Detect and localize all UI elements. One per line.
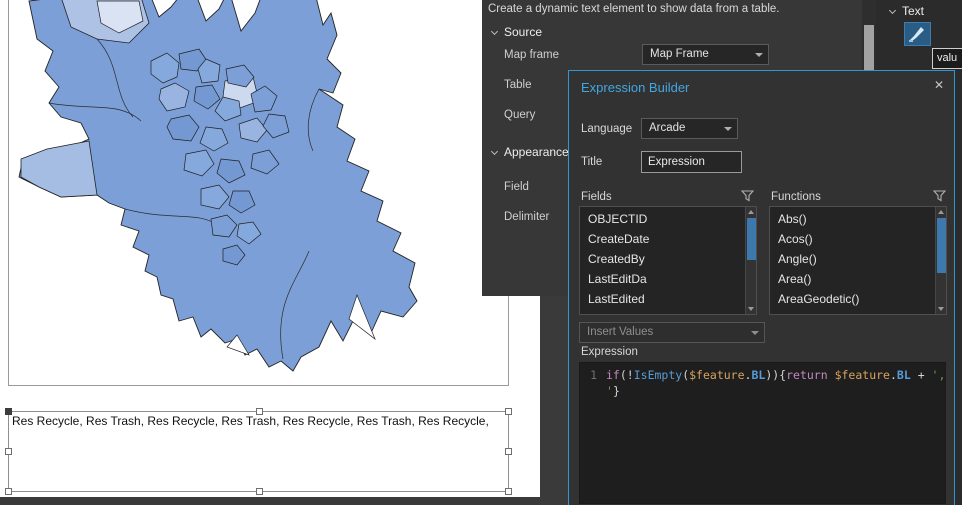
scroll-down-icon[interactable] (748, 307, 754, 311)
selection-handle[interactable] (5, 448, 12, 455)
layout-canvas[interactable]: Res Recycle, Res Trash, Res Recycle, Res… (0, 0, 540, 497)
language-combobox[interactable]: Arcade (641, 118, 738, 139)
dynamic-text-content: Res Recycle, Res Trash, Res Recycle, Res… (12, 414, 489, 428)
field-item[interactable]: LastEdited (580, 289, 744, 309)
selection-handle[interactable] (505, 448, 512, 455)
function-item[interactable]: Angle() (770, 249, 934, 269)
chevron-down-icon (751, 331, 759, 335)
dynamic-text-element[interactable]: Res Recycle, Res Trash, Res Recycle, Res… (5, 408, 512, 495)
filter-icon[interactable] (741, 190, 754, 202)
filter-icon[interactable] (933, 190, 946, 202)
table-label: Table (504, 79, 532, 91)
function-item[interactable]: Acos() (770, 229, 934, 249)
field-label: Field (504, 181, 529, 193)
code-line: '} (606, 384, 620, 398)
functions-label: Functions (771, 191, 821, 203)
scroll-down-icon[interactable] (938, 307, 944, 311)
text-section-header[interactable]: Text (888, 4, 924, 18)
map-frame-combobox[interactable]: Map Frame (642, 44, 769, 65)
chevron-down-icon (490, 27, 499, 36)
delimiter-label: Delimiter (504, 211, 550, 223)
expression-label: Expression (581, 346, 638, 358)
title-input[interactable]: Expression (641, 151, 742, 173)
dialog-title: Expression Builder (581, 80, 690, 95)
source-section-header[interactable]: Source (490, 25, 542, 39)
fields-listbox[interactable]: OBJECTID CreateDate CreatedBy LastEditDa Las… (579, 206, 757, 315)
fields-label: Fields (581, 191, 612, 203)
function-item[interactable]: Area() (770, 269, 934, 289)
scrollbar-thumb[interactable] (747, 218, 756, 260)
line-number: 1 (590, 368, 597, 382)
field-item[interactable]: CreateDate (580, 229, 744, 249)
selection-handle[interactable] (256, 488, 263, 495)
expression-builder-dialog: Expression Builder ✕ Language Arcade Tit… (568, 70, 955, 505)
popover-description: Create a dynamic text element to show da… (488, 3, 780, 15)
arcgis-pro-window: Res Recycle, Res Trash, Res Recycle, Res… (0, 0, 962, 505)
appearance-section-header[interactable]: Appearance (490, 145, 569, 159)
functions-scrollbar[interactable] (935, 207, 946, 314)
insert-values-combobox[interactable]: Insert Values (579, 322, 765, 343)
chevron-down-icon (490, 147, 499, 156)
code-line: if(!IsEmpty($feature.BL)){return $featur… (606, 368, 943, 382)
selection-handle[interactable] (5, 408, 12, 415)
fields-scrollbar[interactable] (745, 207, 756, 314)
code-area[interactable]: if(!IsEmpty($feature.BL)){return $featur… (606, 367, 943, 503)
field-item[interactable]: OBJECTID (580, 209, 744, 229)
chevron-down-icon (888, 6, 897, 15)
scrollbar-thumb[interactable] (937, 218, 946, 273)
paintbrush-icon (909, 27, 924, 42)
scroll-up-icon[interactable] (748, 210, 754, 214)
map-frame-label: Map frame (504, 49, 559, 61)
text-symbol-button[interactable] (904, 22, 931, 46)
field-item[interactable]: CreatedBy (580, 249, 744, 269)
symbol-value-input[interactable]: valu (932, 48, 962, 69)
function-item[interactable]: Abs() (770, 209, 934, 229)
selection-handle[interactable] (5, 488, 12, 495)
scroll-up-icon[interactable] (938, 210, 944, 214)
selection-handle[interactable] (505, 488, 512, 495)
chevron-down-icon (755, 53, 763, 57)
selection-handle[interactable] (256, 408, 263, 415)
line-number-gutter: 1 (580, 363, 602, 503)
title-label: Title (581, 156, 603, 168)
map-image (18, 0, 418, 372)
language-label: Language (581, 123, 633, 135)
functions-listbox[interactable]: Abs() Acos() Angle() Area() AreaGeodetic() (769, 206, 947, 315)
expression-code-editor[interactable]: 1 if(!IsEmpty($feature.BL)){return $feat… (579, 362, 946, 504)
close-icon[interactable]: ✕ (934, 78, 944, 92)
function-item[interactable]: AreaGeodetic() (770, 289, 934, 309)
query-label: Query (504, 109, 536, 121)
field-item[interactable]: LastEditDa (580, 269, 744, 289)
selection-handle[interactable] (505, 408, 512, 415)
map-frame[interactable] (8, 0, 509, 386)
chevron-down-icon (724, 127, 732, 131)
